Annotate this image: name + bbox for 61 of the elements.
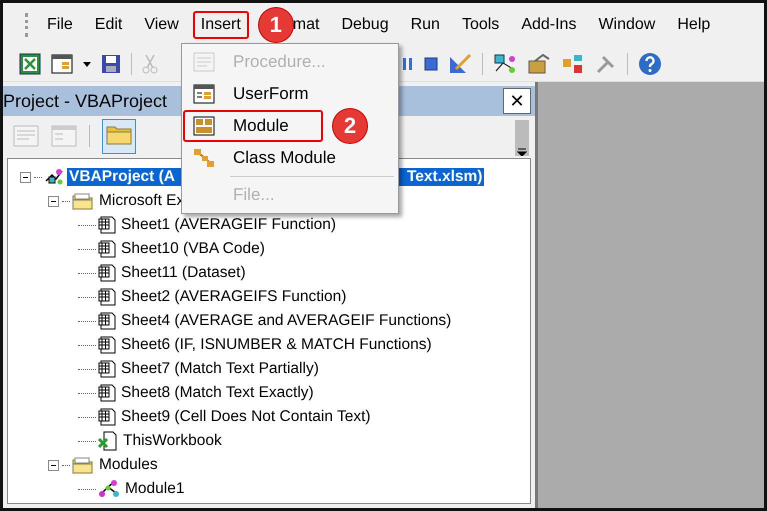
stop-icon[interactable] (424, 57, 438, 71)
tree-item[interactable]: Sheet2 (AVERAGEIFS Function) (119, 288, 348, 306)
procedure-icon (193, 52, 215, 72)
class-module-icon (193, 148, 215, 168)
tree-item[interactable]: Sheet4 (AVERAGE and AVERAGEIF Functions) (119, 312, 454, 330)
help-icon[interactable] (638, 52, 662, 76)
collapse-toggle[interactable] (48, 196, 59, 206)
worksheet-icon (98, 312, 116, 330)
menu-item[interactable]: Add-Ins (513, 11, 584, 39)
menu-item[interactable]: Run (402, 11, 448, 39)
collapse-toggle[interactable] (20, 172, 31, 182)
menu-item[interactable]: Class Module (183, 142, 397, 174)
tree-item[interactable]: Modules (97, 456, 160, 474)
toggle-folders-button[interactable] (102, 118, 136, 154)
menu-item[interactable]: Window (590, 11, 664, 39)
tree-item[interactable]: Sheet10 (VBA Code) (119, 240, 267, 258)
tree-item[interactable]: Sheet7 (Match Text Partially) (119, 360, 321, 378)
save-icon[interactable] (101, 54, 121, 74)
step-badge: 1 (258, 8, 293, 42)
module-icon (98, 479, 120, 499)
tree-item[interactable]: Module1 (123, 480, 186, 498)
menu-item[interactable]: Tools (454, 11, 508, 39)
properties-icon[interactable] (527, 53, 551, 75)
menu-item[interactable]: UserForm (183, 78, 397, 110)
pause-icon[interactable] (402, 57, 414, 71)
userform-icon (193, 84, 215, 104)
tree-item[interactable]: Sheet6 (IF, ISNUMBER & MATCH Functions) (119, 336, 434, 354)
design-mode-icon[interactable] (448, 53, 472, 75)
folder-icon (72, 456, 94, 474)
tree-item[interactable]: Sheet8 (Match Text Exactly) (119, 384, 316, 402)
workbook-icon (98, 431, 118, 451)
menu-item[interactable]: Help (669, 11, 718, 39)
worksheet-icon (98, 384, 116, 402)
chevron-icon[interactable] (517, 148, 527, 156)
close-button[interactable]: ✕ (503, 88, 531, 114)
menu-item[interactable]: Debug (333, 11, 397, 39)
object-browser-icon[interactable] (561, 53, 585, 75)
tree-item[interactable]: Sheet11 (Dataset) (119, 264, 248, 282)
module-icon (193, 116, 215, 136)
caret-icon[interactable] (83, 62, 91, 66)
worksheet-icon (98, 240, 116, 258)
userform-icon[interactable] (51, 54, 73, 74)
tree-item[interactable]: Sheet1 (AVERAGEIF Function) (119, 216, 338, 234)
tree-item[interactable]: ThisWorkbook (121, 432, 224, 450)
tree-item[interactable]: Sheet9 (Cell Does Not Contain Text) (119, 408, 373, 426)
worksheet-icon (98, 216, 116, 234)
project-icon (44, 167, 64, 187)
worksheet-icon (98, 360, 116, 378)
folder-icon (72, 192, 94, 210)
pane-title: Project - VBAProject (3, 90, 168, 112)
worksheet-icon (98, 408, 116, 426)
menu-item[interactable]: File (39, 11, 81, 39)
worksheet-icon (98, 264, 116, 282)
menu-item[interactable]: Edit (86, 11, 130, 39)
worksheet-icon (98, 288, 116, 306)
excel-icon[interactable] (19, 53, 41, 75)
menu-item[interactable]: View (136, 11, 187, 39)
project-explorer-icon[interactable] (493, 53, 517, 75)
step-badge: 2 (333, 109, 367, 143)
worksheet-icon (98, 336, 116, 354)
collapse-toggle[interactable] (48, 460, 59, 470)
